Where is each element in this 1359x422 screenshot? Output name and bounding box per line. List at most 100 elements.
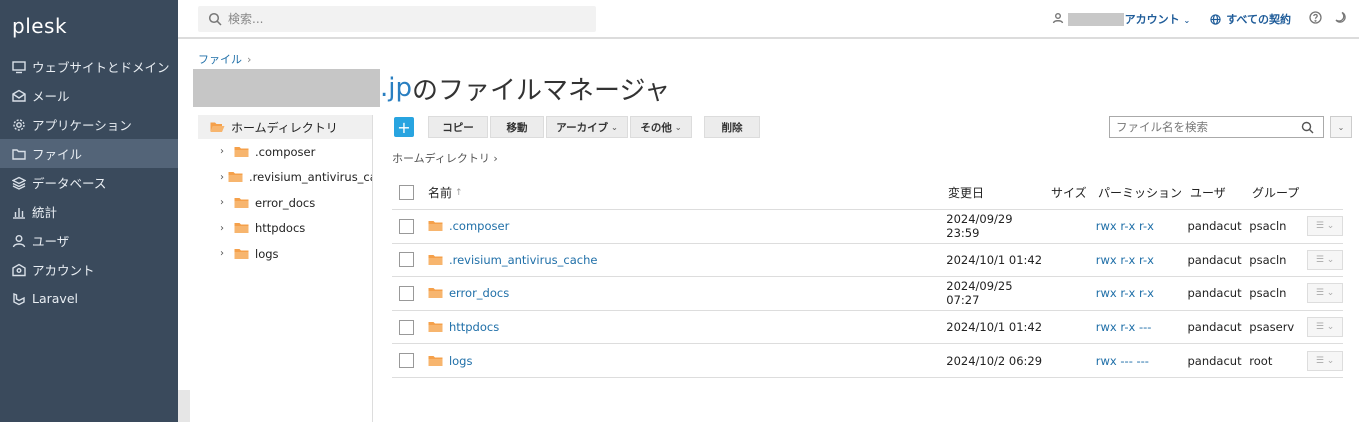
global-search[interactable] bbox=[198, 6, 596, 32]
chevron-down-icon: ⌄ bbox=[611, 122, 618, 132]
row-checkbox[interactable] bbox=[399, 218, 414, 234]
tree-item[interactable]: › httpdocs bbox=[198, 216, 372, 242]
cell-permissions[interactable]: rwx --- --- bbox=[1096, 354, 1188, 368]
row-checkbox[interactable] bbox=[399, 353, 414, 369]
chevron-right-icon[interactable]: › bbox=[220, 248, 230, 259]
cell-name: logs bbox=[428, 354, 946, 368]
file-link[interactable]: logs bbox=[449, 354, 473, 368]
cell-permissions[interactable]: rwx r-x r-x bbox=[1096, 286, 1188, 300]
laravel-icon bbox=[12, 292, 26, 306]
search-icon[interactable] bbox=[1301, 121, 1314, 134]
move-button[interactable]: 移動 bbox=[490, 116, 544, 138]
account-menu[interactable]: アカウント ⌄ bbox=[1125, 11, 1191, 27]
sidebar-item-mail[interactable]: メール bbox=[0, 81, 178, 110]
row-checkbox[interactable] bbox=[399, 285, 414, 301]
archive-button[interactable]: アーカイブ ⌄ bbox=[546, 116, 628, 138]
cell-modified: 2024/10/2 06:29 bbox=[946, 353, 1043, 368]
sidebar-item-websites[interactable]: ウェブサイトとドメイン bbox=[0, 52, 178, 81]
file-search-input[interactable] bbox=[1116, 120, 1301, 134]
dark-mode-icon[interactable] bbox=[1334, 11, 1347, 27]
column-group[interactable]: グループ bbox=[1252, 184, 1310, 201]
mail-icon bbox=[12, 89, 26, 103]
cell-permissions[interactable]: rwx r-x r-x bbox=[1096, 219, 1188, 233]
tree-item-label: httpdocs bbox=[255, 221, 306, 236]
help-icon[interactable] bbox=[1309, 11, 1322, 27]
main-content: ファイル › .jp のファイルマネージャ ホームディレクトリ › .compos… bbox=[190, 40, 1359, 422]
sidebar-item-label: アプリケーション bbox=[32, 118, 132, 133]
sidebar-item-databases[interactable]: データベース bbox=[0, 168, 178, 197]
file-link[interactable]: .composer bbox=[449, 219, 509, 233]
breadcrumb-files-link[interactable]: ファイル bbox=[198, 53, 242, 66]
row-actions-menu[interactable]: ☰ ⌄ bbox=[1307, 317, 1343, 338]
folder-icon bbox=[428, 321, 443, 333]
global-search-input[interactable] bbox=[228, 12, 568, 26]
row-actions-menu[interactable]: ☰ ⌄ bbox=[1307, 216, 1343, 237]
chart-icon bbox=[12, 205, 26, 219]
plesk-logo[interactable]: plesk bbox=[0, 0, 178, 52]
monitor-icon bbox=[12, 60, 26, 74]
file-search[interactable] bbox=[1109, 116, 1324, 138]
table-row: error_docs 2024/09/25 07:27 rwx r-x r-x … bbox=[392, 277, 1343, 311]
chevron-right-icon: › bbox=[493, 152, 498, 165]
chevron-right-icon[interactable]: › bbox=[220, 223, 230, 234]
sidebar-item-label: Laravel bbox=[32, 291, 78, 306]
sidebar-item-account[interactable]: アカウント bbox=[0, 255, 178, 284]
hamburger-icon: ☰ ⌄ bbox=[1315, 322, 1335, 333]
delete-button[interactable]: 削除 bbox=[704, 116, 760, 138]
file-link[interactable]: httpdocs bbox=[449, 320, 499, 334]
sidebar-item-laravel[interactable]: Laravel bbox=[0, 284, 178, 313]
chevron-down-icon: ⌄ bbox=[1337, 122, 1345, 132]
subscriptions-link[interactable]: すべての契約 bbox=[1210, 11, 1291, 27]
select-all-checkbox[interactable] bbox=[399, 185, 414, 200]
tree-item[interactable]: › error_docs bbox=[198, 190, 372, 216]
copy-button[interactable]: コピー bbox=[428, 116, 488, 138]
row-actions-menu[interactable]: ☰ ⌄ bbox=[1307, 283, 1343, 304]
hamburger-icon: ☰ ⌄ bbox=[1315, 221, 1335, 232]
folder-icon bbox=[428, 355, 443, 367]
row-checkbox[interactable] bbox=[399, 319, 414, 335]
title-domain[interactable]: .jp bbox=[380, 73, 412, 103]
cell-group: psacln bbox=[1249, 219, 1287, 234]
cell-user: pandacut bbox=[1187, 320, 1242, 335]
sort-asc-icon: ↑ bbox=[455, 187, 463, 198]
sidebar-item-users[interactable]: ユーザ bbox=[0, 226, 178, 255]
column-modified[interactable]: 変更日 bbox=[948, 184, 1051, 201]
file-link[interactable]: error_docs bbox=[449, 286, 509, 300]
sidebar-item-label: ウェブサイトとドメイン bbox=[32, 60, 170, 75]
row-actions-menu[interactable]: ☰ ⌄ bbox=[1307, 249, 1343, 270]
search-options-dropdown[interactable]: ⌄ bbox=[1330, 116, 1352, 138]
tree-item[interactable]: › .composer bbox=[198, 139, 372, 165]
sidebar-item-files[interactable]: ファイル bbox=[0, 139, 178, 168]
chevron-right-icon[interactable]: › bbox=[220, 197, 230, 208]
chevron-right-icon[interactable]: › bbox=[220, 172, 224, 183]
column-name[interactable]: 名前 ↑ bbox=[428, 184, 948, 201]
sidebar-item-label: ユーザ bbox=[32, 234, 70, 249]
add-button[interactable]: + bbox=[394, 117, 414, 137]
cell-permissions[interactable]: rwx r-x r-x bbox=[1096, 253, 1188, 267]
cell-permissions[interactable]: rwx r-x --- bbox=[1096, 320, 1188, 334]
cell-modified: 2024/10/1 01:42 bbox=[946, 252, 1043, 267]
path-home-link[interactable]: ホームディレクトリ bbox=[392, 152, 490, 165]
column-permissions[interactable]: パーミッション bbox=[1098, 184, 1190, 201]
tree-root[interactable]: ホームディレクトリ bbox=[198, 115, 372, 139]
delete-button-label: 削除 bbox=[721, 121, 743, 134]
table-row: .revisium_antivirus_cache 2024/10/1 01:4… bbox=[392, 244, 1343, 278]
folder-icon bbox=[234, 222, 249, 234]
folder-icon bbox=[12, 147, 26, 161]
account-menu-label: アカウント bbox=[1124, 13, 1180, 26]
sidebar-item-applications[interactable]: アプリケーション bbox=[0, 110, 178, 139]
folder-icon bbox=[228, 171, 243, 183]
column-size[interactable]: サイズ bbox=[1051, 184, 1098, 201]
other-button[interactable]: その他 ⌄ bbox=[630, 116, 692, 138]
sidebar-item-statistics[interactable]: 統計 bbox=[0, 197, 178, 226]
column-user[interactable]: ユーザ bbox=[1190, 184, 1252, 201]
tree-item[interactable]: › logs bbox=[198, 241, 372, 267]
file-toolbar: + コピー 移動 アーカイブ ⌄ その他 ⌄ 削除 bbox=[394, 116, 762, 138]
row-actions-menu[interactable]: ☰ ⌄ bbox=[1307, 350, 1343, 371]
directory-tree: ホームディレクトリ › .composer › .revisium_antivi… bbox=[198, 115, 373, 422]
row-checkbox[interactable] bbox=[399, 252, 414, 268]
tree-item[interactable]: › .revisium_antivirus_cache bbox=[198, 165, 372, 191]
file-link[interactable]: .revisium_antivirus_cache bbox=[449, 253, 598, 267]
sidebar-collapse-handle[interactable] bbox=[178, 390, 190, 422]
chevron-right-icon[interactable]: › bbox=[220, 146, 230, 157]
